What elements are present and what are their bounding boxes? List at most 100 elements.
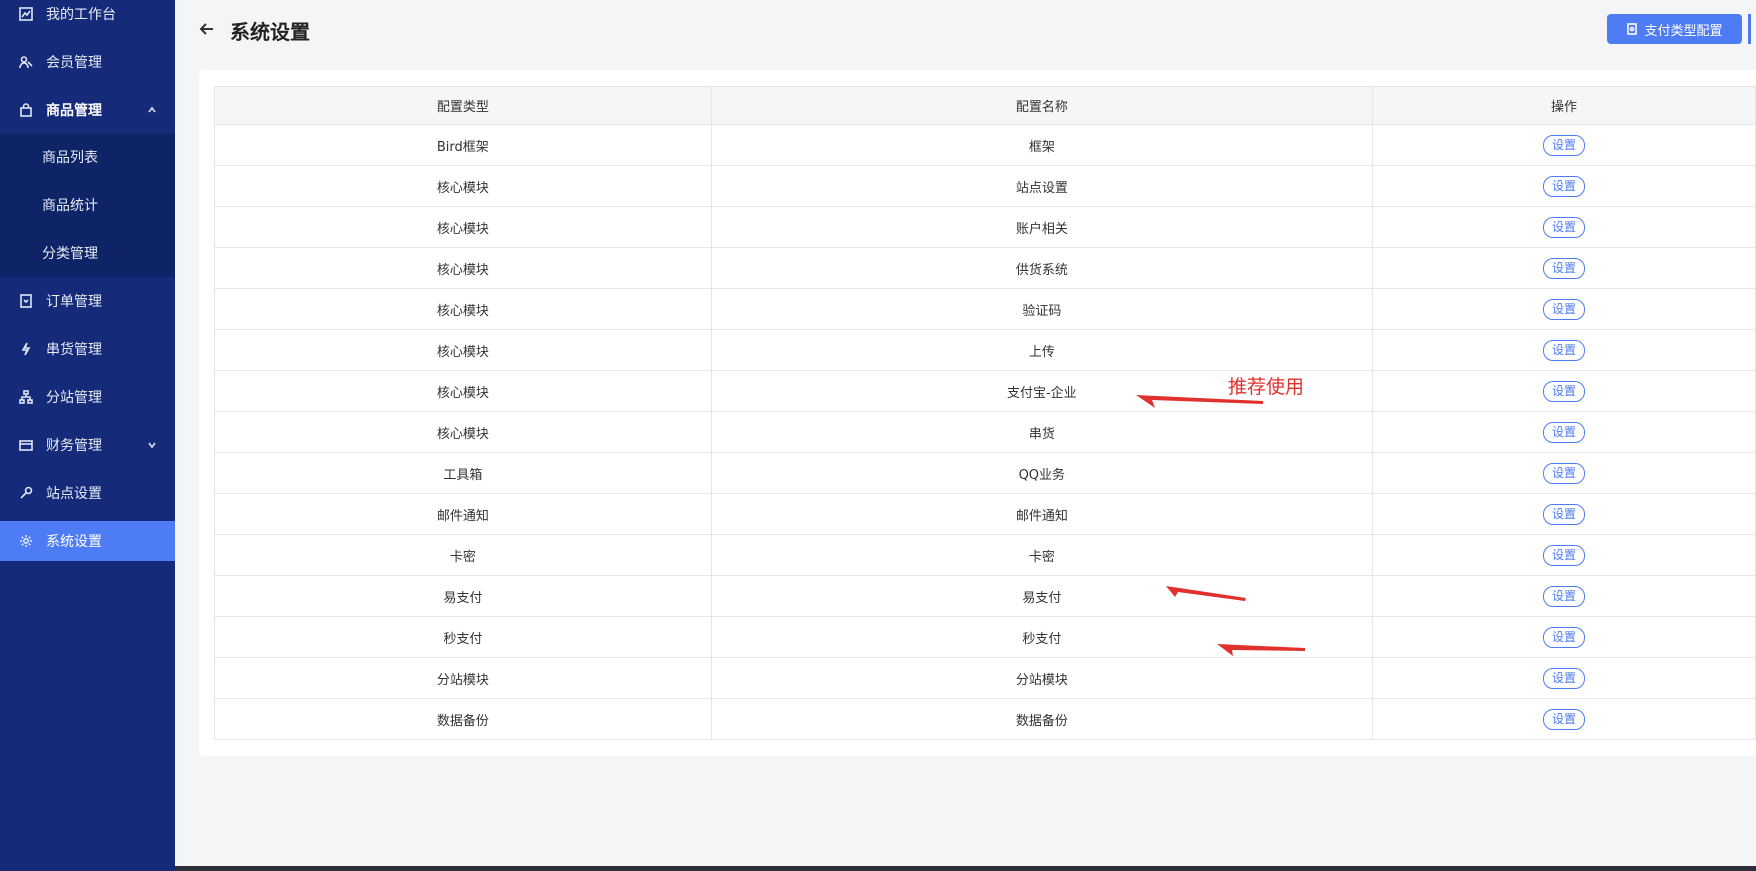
sidebar-item-substations[interactable]: 分站管理 <box>0 377 175 417</box>
sidebar-item-label: 我的工作台 <box>46 7 116 23</box>
cell-config-name: 验证码 <box>710 288 1373 330</box>
sidebar-item-resale[interactable]: 串货管理 <box>0 329 175 369</box>
settings-button[interactable]: 设置 <box>1542 257 1585 279</box>
cell-config-name: 数据备份 <box>710 698 1373 740</box>
payment-type-config-button[interactable]: 支付类型配置 <box>1607 14 1742 44</box>
cell-action: 设置 <box>1371 165 1756 207</box>
settings-button[interactable]: 设置 <box>1542 175 1585 197</box>
sidebar-item-label: 订单管理 <box>46 294 102 310</box>
cell-action: 设置 <box>1371 534 1756 576</box>
settings-button[interactable]: 设置 <box>1542 708 1585 730</box>
table-row: 核心模块 串货 设置 <box>214 411 1756 453</box>
header-action: 操作 <box>1371 86 1756 125</box>
cell-config-type: 核心模块 <box>214 411 712 453</box>
settings-button[interactable]: 设置 <box>1542 503 1585 525</box>
bottom-bar <box>175 866 1756 871</box>
cell-config-name: 供货系统 <box>710 247 1373 289</box>
sidebar-item-workbench[interactable]: 我的工作台 <box>0 0 175 34</box>
cell-action: 设置 <box>1371 206 1756 248</box>
table-row: 核心模块 账户相关 设置 <box>214 206 1756 248</box>
chart-icon <box>18 6 34 22</box>
cell-config-type: 分站模块 <box>214 657 712 699</box>
cell-action: 设置 <box>1371 493 1756 535</box>
sidebar-subitem-product-stats[interactable]: 商品统计 <box>0 185 175 225</box>
table-row: 核心模块 站点设置 设置 <box>214 165 1756 207</box>
sidebar-item-label: 商品管理 <box>46 103 102 119</box>
settings-button[interactable]: 设置 <box>1542 298 1585 320</box>
cell-action: 设置 <box>1371 329 1756 371</box>
chevron-up-icon <box>147 105 157 115</box>
sidebar-item-system-settings[interactable]: 系统设置 <box>0 521 175 561</box>
cell-config-type: 核心模块 <box>214 247 712 289</box>
cell-config-type: 工具箱 <box>214 452 712 494</box>
table-row: 分站模块 分站模块 设置 <box>214 657 1756 699</box>
table-row: 易支付 易支付 设置 <box>214 575 1756 617</box>
cell-config-name: 站点设置 <box>710 165 1373 207</box>
bolt-icon <box>18 341 34 357</box>
settings-button[interactable]: 设置 <box>1542 421 1585 443</box>
sidebar-subitem-product-list[interactable]: 商品列表 <box>0 137 175 177</box>
cell-config-type: 邮件通知 <box>214 493 712 535</box>
sidebar-item-site-settings[interactable]: 站点设置 <box>0 473 175 513</box>
cell-action: 设置 <box>1371 616 1756 658</box>
sidebar-item-label: 财务管理 <box>46 438 102 454</box>
bag-icon <box>18 102 34 118</box>
order-icon <box>18 293 34 309</box>
back-arrow-icon[interactable] <box>197 19 217 39</box>
sidebar-item-label: 系统设置 <box>46 534 102 550</box>
cell-action: 设置 <box>1371 657 1756 699</box>
cell-config-type: Bird框架 <box>214 124 712 166</box>
cell-config-name: 邮件通知 <box>710 493 1373 535</box>
cell-config-type: 核心模块 <box>214 288 712 330</box>
cell-config-type: 核心模块 <box>214 165 712 207</box>
cell-config-type: 卡密 <box>214 534 712 576</box>
cell-config-name: 框架 <box>710 124 1373 166</box>
cell-action: 设置 <box>1371 247 1756 289</box>
wrench-icon <box>18 485 34 501</box>
sidebar-subitem-label: 分类管理 <box>42 246 98 262</box>
settings-button[interactable]: 设置 <box>1542 626 1585 648</box>
header-config-type: 配置类型 <box>214 86 712 125</box>
config-button-label: 支付类型配置 <box>1644 23 1723 39</box>
users-icon <box>18 54 34 70</box>
settings-button[interactable]: 设置 <box>1542 216 1585 238</box>
sidebar-item-orders[interactable]: 订单管理 <box>0 281 175 321</box>
cell-config-name: 秒支付 <box>710 616 1373 658</box>
sidebar-item-label: 站点设置 <box>46 486 102 502</box>
sidebar-item-products[interactable]: 商品管理 <box>0 90 175 130</box>
sidebar-item-label: 会员管理 <box>46 55 102 71</box>
cell-config-name: 上传 <box>710 329 1373 371</box>
settings-button[interactable]: 设置 <box>1542 462 1585 484</box>
cell-config-name: 卡密 <box>710 534 1373 576</box>
cell-action: 设置 <box>1371 575 1756 617</box>
sitemap-icon <box>18 389 34 405</box>
cell-config-name: QQ业务 <box>710 452 1373 494</box>
sidebar-item-label: 串货管理 <box>46 342 102 358</box>
cell-config-name: 分站模块 <box>710 657 1373 699</box>
settings-button[interactable]: 设置 <box>1542 380 1585 402</box>
settings-button[interactable]: 设置 <box>1542 134 1585 156</box>
settings-button[interactable]: 设置 <box>1542 667 1585 689</box>
sidebar: 我的工作台 会员管理 商品管理 商品列表 商品统计 分类管理 订单管理 串货管理… <box>0 0 175 871</box>
cell-config-name: 易支付 <box>710 575 1373 617</box>
table-row: 秒支付 秒支付 设置 <box>214 616 1756 658</box>
table-row: Bird框架 框架 设置 <box>214 124 1756 166</box>
sidebar-item-label: 分站管理 <box>46 390 102 406</box>
sidebar-subitem-category[interactable]: 分类管理 <box>0 233 175 273</box>
table-row: 核心模块 支付宝-企业 设置 <box>214 370 1756 412</box>
table-row: 数据备份 数据备份 设置 <box>214 698 1756 740</box>
settings-button[interactable]: 设置 <box>1542 585 1585 607</box>
cell-action: 设置 <box>1371 452 1756 494</box>
page-title: 系统设置 <box>230 20 310 44</box>
cell-action: 设置 <box>1371 288 1756 330</box>
cell-config-type: 秒支付 <box>214 616 712 658</box>
settings-button[interactable]: 设置 <box>1542 339 1585 361</box>
sidebar-item-finance[interactable]: 财务管理 <box>0 425 175 465</box>
cell-config-name: 账户相关 <box>710 206 1373 248</box>
sidebar-item-members[interactable]: 会员管理 <box>0 42 175 82</box>
wallet-icon <box>18 437 34 453</box>
config-table: 配置类型 配置名称 操作 Bird框架 框架 设置 核心模块 站点设置 设置 核心模块 账户相… <box>214 86 1756 740</box>
sidebar-subitem-label: 商品统计 <box>42 198 98 214</box>
product-submenu: 商品列表 商品统计 分类管理 <box>0 134 175 277</box>
settings-button[interactable]: 设置 <box>1542 544 1585 566</box>
